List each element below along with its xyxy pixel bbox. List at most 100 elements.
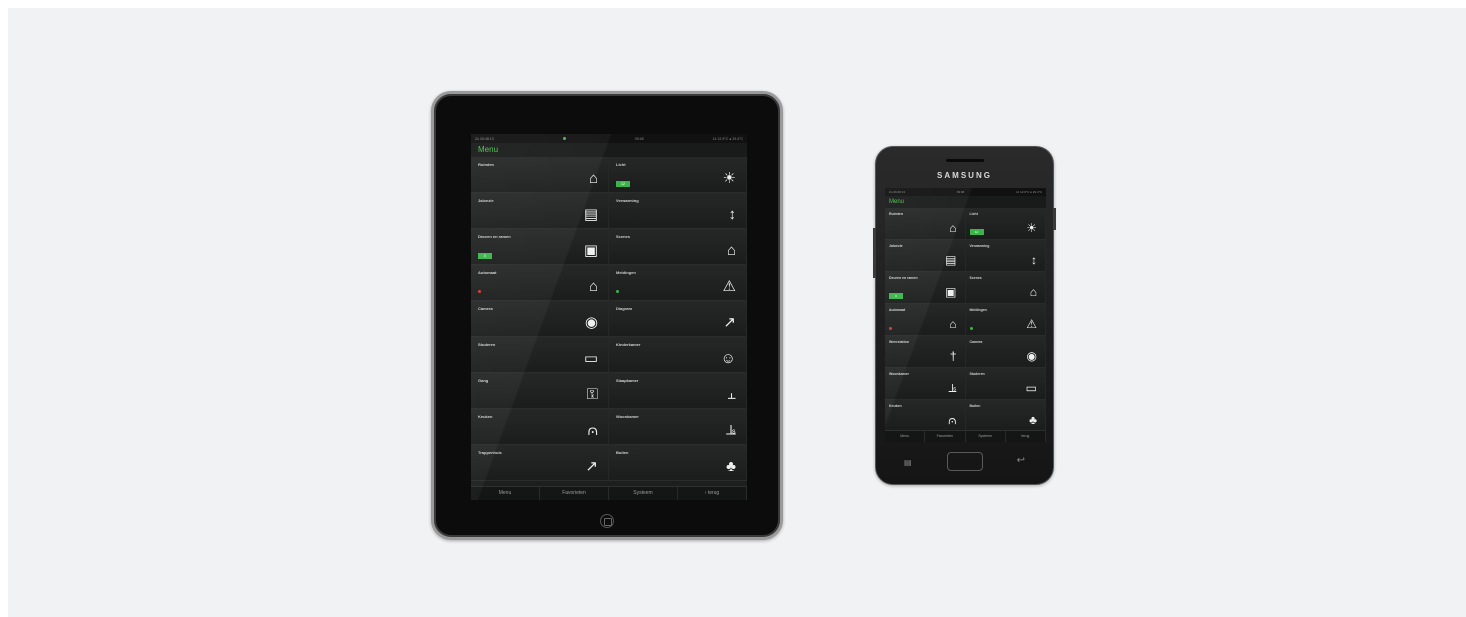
stairs-icon: ↗: [585, 458, 598, 475]
tab-terug[interactable]: ‹ terug: [678, 487, 747, 500]
status-temperature: 14 12.9°C ● 29.4°C: [712, 136, 743, 141]
menu-tile-deuren-en-ramen[interactable]: Deuren en ramen ▣ 0: [471, 229, 609, 265]
menu-tile-label: Jaloezie: [478, 198, 494, 203]
menu-tile-scenes[interactable]: Scenes ⌂: [965, 272, 1046, 304]
menu-tile-weerstation[interactable]: Weerstation †: [885, 336, 966, 368]
warning-icon: ⚠: [722, 278, 736, 295]
scene-house-icon: ⌂: [726, 242, 736, 259]
phone-home-button[interactable]: [947, 452, 983, 471]
tab-menu[interactable]: Menu: [885, 431, 926, 442]
menu-tile-buiten[interactable]: Buiten ♣: [965, 400, 1046, 432]
menu-tile-label: Keuken: [889, 404, 902, 408]
status-temperature: 14 12.9°C ● 29.4°C: [1015, 190, 1042, 194]
monitor-icon: ▭: [583, 350, 598, 367]
menu-tile-keuken[interactable]: Keuken ⩀: [471, 409, 609, 445]
child-icon: ☺: [720, 350, 736, 367]
menu-tile-label: Verwarming: [969, 244, 990, 248]
menu-tile-label: Woonkamer: [616, 414, 639, 419]
menu-tile-label: Buiten: [969, 404, 981, 408]
phone-volume-button[interactable]: [873, 228, 876, 278]
menu-tile-jaloezie[interactable]: Jaloezie ▤: [885, 240, 966, 272]
phone-power-button[interactable]: [1053, 208, 1056, 230]
menu-tile-trappenhuis[interactable]: Trappenhuis ↗: [471, 445, 609, 481]
menu-tile-studeren[interactable]: Studeren ▭: [965, 368, 1046, 400]
menu-tile-slaapkamer[interactable]: Slaapkamer ⫠: [609, 373, 747, 409]
ipad-menu-grid: Ruimten ⌂ Licht ☀ 12 Jaloezie ▤ Verwarming ↕ Deur…: [471, 157, 747, 481]
count-badge: 12: [616, 181, 630, 187]
ipad-screen: Zo 09:48:13 09:48 14 12.9°C ● 29.4°C Men…: [471, 134, 747, 500]
menu-tile-verwarming[interactable]: Verwarming ↕: [965, 240, 1046, 272]
menu-tile-gang[interactable]: Gang ⚿: [471, 373, 609, 409]
garden-icon: ♣: [726, 458, 736, 475]
menu-tile-automaat[interactable]: Automaat ⌂: [885, 304, 966, 336]
status-led-icon: [478, 290, 481, 293]
menu-tile-jaloezie[interactable]: Jaloezie ▤: [471, 193, 609, 229]
menu-tile-label: Keuken: [478, 414, 493, 419]
menu-tile-scenes[interactable]: Scenes ⌂: [609, 229, 747, 265]
menu-tile-camera[interactable]: Camera ◉: [471, 301, 609, 337]
menu-tile-label: Kinderkamer: [616, 342, 641, 347]
phone-screen: Zo 09:48:13 09:48 14 12.9°C ● 29.4°C Men…: [885, 188, 1046, 442]
menu-tile-keuken[interactable]: Keuken ⩀: [885, 400, 966, 432]
menu-tile-woonkamer[interactable]: Woonkamer ⫡: [609, 409, 747, 445]
phone-tab-bar: Menu Favorieten Systeem terug: [885, 430, 1046, 442]
eye-icon: ◉: [1026, 349, 1037, 363]
status-led-icon: [616, 290, 619, 293]
phone-speaker: [946, 159, 984, 162]
menu-tile-label: Camera: [478, 306, 493, 311]
menu-tile-woonkamer[interactable]: Woonkamer ⫡: [885, 368, 966, 400]
menu-tile-ruimten[interactable]: Ruimten ⌂: [885, 208, 966, 240]
bed-icon: ⫠: [726, 386, 736, 403]
menu-tile-verwarming[interactable]: Verwarming ↕: [609, 193, 747, 229]
phone-page-title: Menu: [885, 196, 1046, 208]
ipad-device: Zo 09:48:13 09:48 14 12.9°C ● 29.4°C Men…: [431, 91, 783, 540]
tab-menu[interactable]: Menu: [471, 487, 540, 500]
menu-tile-deuren-en-ramen[interactable]: Deuren en ramen ▣ 0: [885, 272, 966, 304]
automation-icon: ⌂: [949, 317, 957, 331]
sofa-icon: ⫡: [948, 381, 957, 395]
tab-favorieten[interactable]: Favorieten: [925, 431, 966, 442]
garden-icon: ♣: [1029, 413, 1037, 427]
menu-tile-label: Deuren en ramen: [478, 234, 511, 239]
status-led-icon: [889, 327, 892, 330]
menu-tile-buiten[interactable]: Buiten ♣: [609, 445, 747, 481]
menu-tile-ruimten[interactable]: Ruimten ⌂: [471, 157, 609, 193]
phone-status-bar: Zo 09:48:13 09:48 14 12.9°C ● 29.4°C: [885, 188, 1046, 196]
lock-icon: ▣: [945, 285, 957, 299]
menu-tile-label: Trappenhuis: [478, 450, 502, 455]
back-key-icon[interactable]: ↩: [1017, 455, 1025, 466]
scene-house-icon: ⌂: [1029, 285, 1037, 299]
menu-tile-meldingen[interactable]: Meldingen ⚠: [609, 265, 747, 301]
status-time: Zo 09:48:13: [475, 136, 494, 141]
tab-terug[interactable]: terug: [1006, 431, 1046, 442]
ipad-home-button[interactable]: [600, 514, 614, 528]
chart-icon: ↗: [723, 314, 736, 331]
menu-tile-licht[interactable]: Licht ☀ 12: [965, 208, 1046, 240]
sofa-icon: ⫡: [725, 422, 736, 439]
automation-icon: ⌂: [588, 278, 598, 295]
menu-tile-label: Licht: [969, 212, 978, 216]
menu-tile-label: Ruimten: [889, 212, 903, 216]
menu-tile-camera[interactable]: Camera ◉: [965, 336, 1046, 368]
key-icon: ⚿: [586, 386, 598, 403]
thermometer-icon: ↕: [1031, 253, 1037, 267]
menu-tile-licht[interactable]: Licht ☀ 12: [609, 157, 747, 193]
menu-tile-label: Weerstation: [889, 340, 909, 344]
ipad-status-bar: Zo 09:48:13 09:48 14 12.9°C ● 29.4°C: [471, 134, 747, 143]
menu-tile-diagram[interactable]: Diagram ↗: [609, 301, 747, 337]
weather-station-icon: †: [949, 349, 957, 363]
menu-tile-automaat[interactable]: Automaat ⌂: [471, 265, 609, 301]
tab-systeem[interactable]: Systeem: [966, 431, 1006, 442]
menu-tile-studeren[interactable]: Studeren ▭: [471, 337, 609, 373]
samsung-device: SAMSUNG Zo 09:48:13 09:48 14 12.9°C ● 29…: [875, 146, 1054, 485]
menu-tile-meldingen[interactable]: Meldingen ⚠: [965, 304, 1046, 336]
tab-favorieten[interactable]: Favorieten: [540, 487, 609, 500]
menu-tile-label: Gang: [478, 378, 489, 383]
count-badge: 0: [478, 253, 492, 259]
tab-systeem[interactable]: Systeem: [609, 487, 678, 500]
menu-tile-label: Camera: [969, 340, 983, 344]
menu-key-icon[interactable]: ▤: [904, 458, 912, 467]
menu-tile-label: Automaat: [478, 270, 497, 275]
warning-icon: ⚠: [1026, 317, 1037, 331]
menu-tile-kinderkamer[interactable]: Kinderkamer ☺: [609, 337, 747, 373]
